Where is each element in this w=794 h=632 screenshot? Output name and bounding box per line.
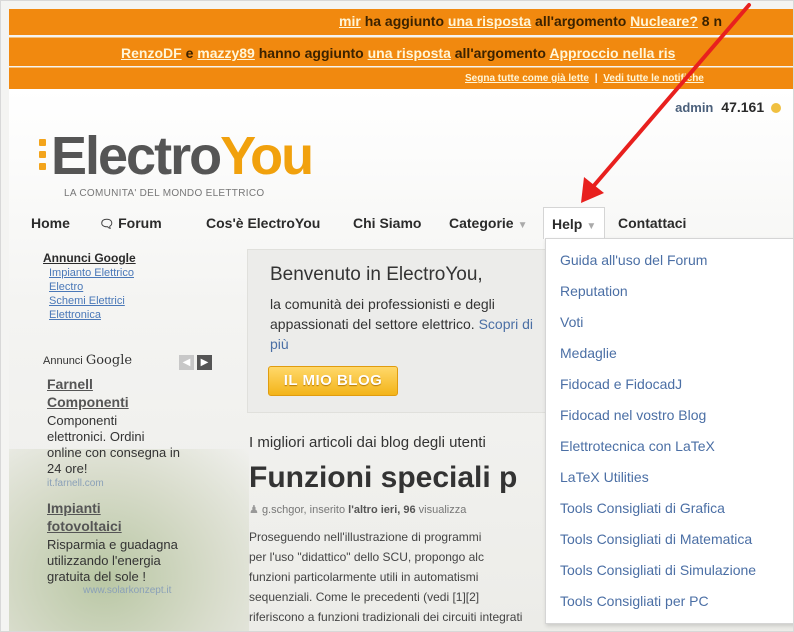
ad-text-line: elettronici. Ordini — [47, 429, 145, 444]
ad-text-line: 24 ore! — [47, 461, 88, 476]
ad-url[interactable]: it.farnell.com — [47, 478, 104, 489]
welcome-title: Benvenuto in ElectroYou, — [270, 264, 483, 285]
help-dropdown-menu: Guida all'uso del Forum Reputation Voti … — [545, 238, 793, 624]
browser-viewport: mir ha aggiunto una risposta all'argomen… — [0, 0, 794, 632]
nav-home[interactable]: Home — [31, 215, 70, 231]
ad-link[interactable]: Schemi Elettrici — [49, 295, 223, 307]
ads-label: Annunci Google — [43, 353, 133, 368]
help-menu-item[interactable]: Tools Consigliati di Grafica — [560, 500, 725, 516]
chevron-down-icon: ▼ — [586, 221, 597, 232]
username-link[interactable]: admin — [675, 100, 713, 115]
help-menu-item[interactable]: Fidocad nel vostro Blog — [560, 407, 706, 423]
help-menu-item[interactable]: Tools Consigliati di Matematica — [560, 531, 752, 547]
notification-count: 8 n — [701, 13, 722, 29]
ads-title: Annunci Google — [43, 251, 136, 265]
my-blog-button[interactable]: IL MIO BLOG — [268, 366, 398, 396]
article-excerpt-line: funzioni particolarmente utili in automa… — [249, 570, 479, 584]
ad-text-line: gratuita del sole ! — [47, 569, 147, 584]
logo-text-you: You — [220, 126, 314, 186]
notification-user-link[interactable]: mazzy89 — [197, 45, 255, 61]
nav-help-label: Help — [552, 216, 583, 232]
article-excerpt: Proseguendo nell'illustrazione di progra… — [249, 527, 549, 627]
nav-categorie[interactable]: Categorie ▼ — [449, 215, 527, 231]
notification-reply-link[interactable]: una risposta — [448, 13, 531, 29]
google-ads-column: Annunci Google Impianto Elettrico Electr… — [43, 251, 223, 596]
user-icon: ♟ — [249, 504, 259, 516]
main-nav: Home 🗨︎ Forum Cos'è ElectroYou Chi Siamo… — [9, 207, 793, 239]
ad-text-line: Risparmia e guadagna — [47, 537, 178, 552]
help-menu-item[interactable]: Guida all'uso del Forum — [560, 252, 707, 268]
article-excerpt-line: Proseguendo nell'illustrazione di progra… — [249, 530, 482, 544]
notification-bar-1: mir ha aggiunto una risposta all'argomen… — [9, 9, 793, 35]
notification-text: all'argomento — [535, 13, 627, 29]
ad-text-line: utilizzando l'energia — [47, 553, 161, 568]
notification-reply-link[interactable]: una risposta — [368, 45, 451, 61]
ad-url[interactable]: www.solarkonzept.it — [83, 585, 171, 596]
nav-cos-e-electroyou[interactable]: Cos'è ElectroYou — [206, 215, 320, 231]
notification-bar-2: RenzoDF e mazzy89 hanno aggiunto una ris… — [9, 37, 793, 66]
ad-title-fotovoltaici[interactable]: Impianti fotovoltaici — [47, 499, 157, 535]
article-excerpt-line: per l'uso "didattico" dello SCU, propong… — [249, 550, 484, 564]
nav-contattaci[interactable]: Contattaci — [618, 215, 686, 231]
article-excerpt-line: riferiscono a funzioni tradizionali dei … — [249, 610, 523, 624]
help-menu-item[interactable]: LaTeX Utilities — [560, 469, 649, 485]
notification-text: e — [185, 45, 194, 61]
notification-text: hanno aggiunto — [258, 45, 364, 61]
nav-help[interactable]: Help ▼ — [543, 207, 606, 239]
ads-next-button[interactable]: ▶ — [197, 355, 212, 370]
ad-title-farnell[interactable]: Farnell Componenti — [47, 375, 157, 411]
logo-dots-icon — [39, 139, 46, 175]
notification-actions-bar: Segna tutte come già lette | Vedi tutte … — [9, 67, 793, 89]
article-byline: ♟ g.schgor, inserito l'altro ieri, 96 vi… — [249, 504, 467, 516]
ad-text-line: Componenti — [47, 413, 118, 428]
user-info: admin 47.161 — [675, 99, 781, 115]
notification-topic-link[interactable]: Nucleare? — [630, 13, 698, 29]
ad-link[interactable]: Electro — [49, 281, 223, 293]
logo-tagline: LA COMUNITA' DEL MONDO ELETTRICO — [64, 188, 265, 199]
nav-chi-siamo[interactable]: Chi Siamo — [353, 215, 421, 231]
page-body: admin 47.161 ElectroYou LA COMUNITA' DEL… — [9, 89, 793, 631]
section-heading: I migliori articoli dai blog degli utent… — [249, 434, 486, 451]
ad-link[interactable]: Impianto Elettrico — [49, 267, 223, 279]
notification-user-link[interactable]: RenzoDF — [121, 45, 182, 61]
ad-link[interactable]: Elettronica — [49, 309, 223, 321]
separator: | — [594, 73, 598, 84]
ads-navigation: Annunci Google ◀ ▶ — [43, 351, 223, 371]
help-menu-item[interactable]: Voti — [560, 314, 583, 330]
view-all-notifications-link[interactable]: Vedi tutte le notifiche — [603, 73, 704, 84]
help-menu-item[interactable]: Reputation — [560, 283, 628, 299]
notification-topic-link[interactable]: Approccio nella ris — [549, 45, 675, 61]
article-title[interactable]: Funzioni speciali p — [249, 461, 517, 495]
notification-text: ha aggiunto — [364, 13, 445, 29]
user-points: 47.161 — [721, 99, 765, 115]
welcome-box: Benvenuto in ElectroYou, la comunità dei… — [247, 249, 549, 413]
article-excerpt-line: sequenziali. Come le precedenti (vedi [1… — [249, 590, 480, 604]
forum-icon: 🗨︎ — [99, 217, 115, 231]
points-coin-icon — [771, 103, 781, 114]
help-menu-item[interactable]: Tools Consigliati per PC — [560, 593, 709, 609]
article-author[interactable]: g.schgor — [262, 504, 304, 516]
ads-prev-button[interactable]: ◀ — [179, 355, 194, 370]
help-menu-item[interactable]: Medaglie — [560, 345, 617, 361]
help-menu-item[interactable]: Elettrotecnica con LaTeX — [560, 438, 715, 454]
help-menu-item[interactable]: Fidocad e FidocadJ — [560, 376, 682, 392]
help-menu-item[interactable]: Tools Consigliati di Simulazione — [560, 562, 756, 578]
notification-text: all'argomento — [454, 45, 546, 61]
nav-forum[interactable]: 🗨︎ Forum — [99, 215, 162, 231]
nav-forum-label: Forum — [118, 215, 162, 231]
ad-text-line: online con consegna in — [47, 445, 180, 460]
mark-all-read-link[interactable]: Segna tutte come già lette — [465, 73, 589, 84]
chevron-down-icon: ▼ — [517, 220, 528, 231]
nav-categorie-label: Categorie — [449, 215, 514, 231]
logo-text-electro: Electro — [51, 126, 222, 186]
welcome-body: la comunità dei professionisti e degli a… — [270, 296, 534, 352]
notification-user-link[interactable]: mir — [339, 13, 361, 29]
article-date: l'altro ieri — [348, 504, 398, 516]
